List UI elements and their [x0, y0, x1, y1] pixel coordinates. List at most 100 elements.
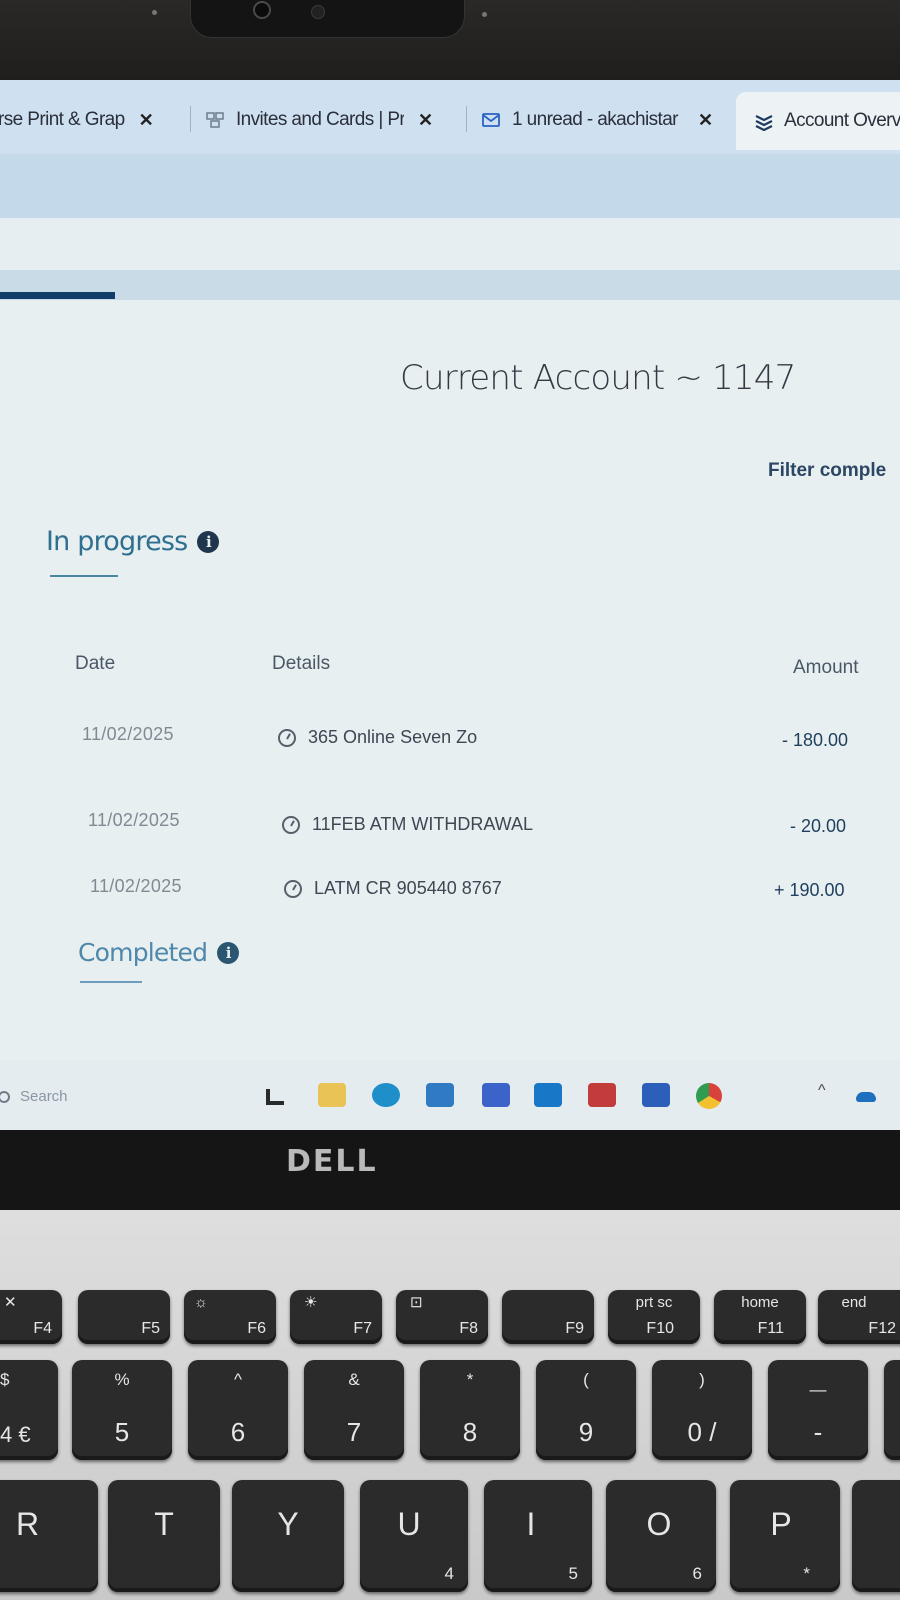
webcam-housing [190, 0, 465, 38]
chevron-up-icon[interactable]: ^ [818, 1082, 826, 1100]
taskbar-search[interactable]: Search [0, 1088, 68, 1105]
mail-icon[interactable] [482, 1083, 510, 1107]
word-icon[interactable] [642, 1083, 670, 1107]
store-icon[interactable] [426, 1083, 454, 1107]
key-7-label: 7 [346, 1417, 362, 1447]
key-0-shift: ) [699, 1370, 705, 1389]
filter-completed-link[interactable]: Filter comple [768, 460, 886, 482]
tab-invites-cards[interactable]: Invites and Cards | Pr ✕ [206, 102, 433, 138]
key-bracket[interactable] [852, 1480, 900, 1592]
key-t[interactable]: T [108, 1480, 220, 1592]
key-5[interactable]: % 5 [72, 1360, 172, 1460]
close-icon[interactable]: ✕ [418, 110, 433, 131]
cards-icon [206, 112, 224, 128]
transaction-details-text: LATM CR 905440 8767 [314, 878, 502, 898]
tab-label: Account Overv [784, 110, 900, 131]
key-i-numpad: 5 [568, 1564, 578, 1583]
key-7[interactable]: & 7 [304, 1360, 404, 1460]
key-u-numpad: 4 [444, 1564, 454, 1583]
close-icon[interactable]: ✕ [139, 110, 154, 131]
key-f11[interactable]: home F11 [714, 1290, 806, 1344]
key-9-label: 9 [578, 1417, 594, 1447]
laptop-bottom-bezel: DELL [0, 1130, 900, 1210]
info-icon[interactable]: i [217, 941, 240, 964]
brightness-down-icon: ☼ [194, 1294, 208, 1311]
tab-label: Invites and Cards | Pr [236, 109, 404, 130]
key-u-label: U [397, 1506, 421, 1542]
key-f10-legend: prt sc [635, 1294, 673, 1311]
key-8[interactable]: * 8 [420, 1360, 520, 1460]
chrome-icon[interactable] [696, 1083, 722, 1109]
folder-icon[interactable] [318, 1083, 346, 1107]
key-f10[interactable]: prt sc F10 [608, 1290, 700, 1344]
close-icon[interactable]: ✕ [698, 110, 713, 131]
key-r[interactable]: R [0, 1480, 98, 1592]
tab-separator [190, 106, 191, 132]
key-0[interactable]: ) 0 / [652, 1360, 752, 1460]
key-i[interactable]: I 5 [484, 1480, 592, 1592]
key-9[interactable]: ( 9 [536, 1360, 636, 1460]
dell-logo: DELL [286, 1144, 378, 1179]
key-u[interactable]: U 4 [360, 1480, 468, 1592]
key-f9[interactable]: F9 [502, 1290, 594, 1344]
key-equals[interactable] [884, 1360, 900, 1460]
key-f4[interactable]: ✕ F4 [0, 1290, 62, 1344]
key-minus-label: - [813, 1417, 823, 1447]
browser-bookmarks-bar [0, 218, 900, 270]
transaction-details[interactable]: 11FEB ATM WITHDRAWAL [282, 814, 533, 835]
key-4[interactable]: $ 4 € [0, 1360, 58, 1460]
key-6-label: 6 [230, 1417, 246, 1447]
tab-print-graphics[interactable]: rse Print & Grap ✕ [0, 102, 154, 138]
search-label: Search [20, 1088, 68, 1105]
key-p[interactable]: P * [730, 1480, 840, 1592]
pending-clock-icon [278, 728, 296, 747]
key-f5-label: F5 [141, 1320, 160, 1337]
key-6-shift: ^ [234, 1370, 242, 1389]
pending-clock-icon [282, 815, 300, 834]
in-progress-label: In progress [46, 526, 188, 557]
webcam-icon [253, 1, 271, 19]
transaction-details-text: 11FEB ATM WITHDRAWAL [312, 814, 534, 834]
onedrive-icon[interactable] [856, 1092, 876, 1102]
key-f12[interactable]: end F12 [818, 1290, 900, 1344]
key-i-label: I [526, 1506, 536, 1542]
key-o[interactable]: O 6 [606, 1480, 716, 1592]
transaction-date: 11/02/2025 [82, 724, 174, 744]
acrobat-icon[interactable] [588, 1083, 616, 1107]
outlook-icon[interactable] [534, 1083, 562, 1107]
transaction-details[interactable]: 365 Online Seven Zo [278, 727, 477, 748]
key-f5[interactable]: F5 [78, 1290, 170, 1344]
column-header-details: Details [272, 653, 331, 674]
mail-icon [482, 112, 500, 128]
key-f7-label: F7 [353, 1320, 372, 1337]
key-6[interactable]: ^ 6 [188, 1360, 288, 1460]
key-5-label: 5 [114, 1417, 130, 1447]
in-progress-underline [50, 575, 118, 577]
key-f8-label: F8 [459, 1320, 478, 1337]
search-icon [0, 1090, 10, 1103]
tab-mail-unread[interactable]: 1 unread - akachistar ✕ [482, 102, 713, 138]
key-f7[interactable]: ☀ F7 [290, 1290, 382, 1344]
info-icon[interactable]: i [197, 530, 220, 553]
in-progress-heading[interactable]: In progress i [46, 526, 220, 557]
bezel-dot [482, 12, 487, 17]
transaction-date: 11/02/2025 [88, 810, 180, 830]
tab-account-overview[interactable]: Account Overv [736, 92, 900, 150]
file-explorer-icon[interactable] [262, 1083, 290, 1107]
bank-layers-icon [754, 113, 773, 132]
edge-icon[interactable] [372, 1083, 400, 1107]
key-f4-legend: ✕ [4, 1294, 17, 1311]
windows-taskbar: Search ^ [0, 1060, 900, 1130]
key-f9-label: F9 [565, 1320, 584, 1337]
key-minus[interactable]: — - [768, 1360, 868, 1460]
key-f8[interactable]: ⊡ F8 [396, 1290, 488, 1344]
key-8-label: 8 [462, 1417, 478, 1447]
completed-heading[interactable]: Completed i [78, 938, 240, 967]
tab-label: 1 unread - akachistar [512, 109, 678, 130]
key-f6[interactable]: ☼ F6 [184, 1290, 276, 1344]
key-y[interactable]: Y [232, 1480, 344, 1592]
key-p-numpad: * [803, 1564, 810, 1583]
browser-address-bar[interactable] [0, 154, 900, 218]
bezel-dot [152, 10, 157, 15]
transaction-details[interactable]: LATM CR 905440 8767 [284, 878, 502, 899]
